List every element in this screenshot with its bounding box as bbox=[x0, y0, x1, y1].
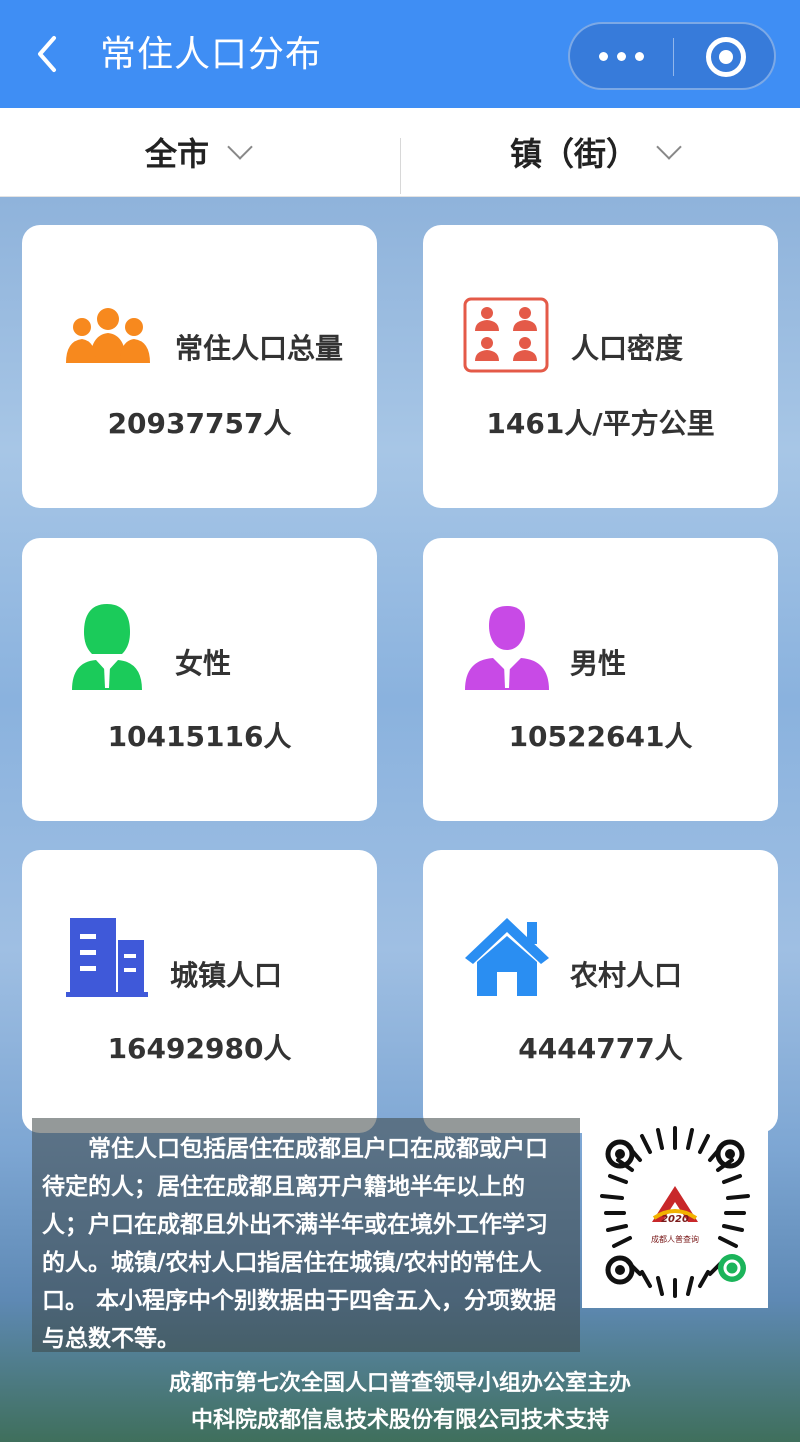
card-female[interactable]: 女性 10415116人 bbox=[22, 538, 377, 821]
city-filter-dropdown[interactable]: 全市 bbox=[145, 108, 253, 196]
nav-header: 常住人口分布 bbox=[0, 0, 800, 108]
card-rural-population[interactable]: 农村人口 4444777人 bbox=[423, 850, 778, 1133]
chevron-left-icon bbox=[38, 36, 56, 72]
card-value: 16492980人 bbox=[107, 1032, 292, 1065]
card-population-density[interactable]: 人口密度 1461人/平方公里 bbox=[423, 225, 778, 508]
card-value: 1461人/平方公里 bbox=[486, 407, 715, 440]
card-value: 10415116人 bbox=[107, 720, 292, 753]
chevron-down-icon bbox=[227, 134, 253, 160]
miniprogram-code[interactable]: 2020 成都人普查询 bbox=[582, 1118, 768, 1308]
filter-bar: 全市 镇（街） bbox=[0, 108, 800, 197]
card-label: 常住人口总量 bbox=[175, 332, 344, 365]
back-button[interactable] bbox=[30, 34, 66, 74]
town-filter-label: 镇（街） bbox=[510, 135, 639, 173]
card-total-population[interactable]: 常住人口总量 20937757人 bbox=[22, 225, 377, 508]
card-label: 城镇人口 bbox=[170, 959, 283, 992]
female-user-icon bbox=[72, 604, 142, 690]
dot-icon bbox=[598, 51, 608, 61]
city-filter-label: 全市 bbox=[145, 135, 210, 173]
building-icon bbox=[66, 918, 148, 997]
card-label: 女性 bbox=[175, 647, 232, 680]
card-value: 20937757人 bbox=[107, 407, 292, 440]
card-value: 10522641人 bbox=[508, 720, 693, 753]
dot-icon bbox=[634, 51, 644, 61]
miniprogram-capsule bbox=[568, 22, 776, 90]
close-miniprogram-button[interactable] bbox=[706, 37, 746, 77]
capsule-divider bbox=[673, 38, 674, 76]
house-icon bbox=[465, 918, 549, 996]
filter-divider bbox=[400, 138, 401, 194]
card-label: 农村人口 bbox=[570, 959, 683, 992]
emblem-caption: 成都人普查询 bbox=[651, 1235, 699, 1244]
footer-organizer: 成都市第七次全国人口普查领导小组办公室主办 bbox=[168, 1371, 631, 1396]
people-group-icon bbox=[66, 308, 150, 363]
town-filter-dropdown[interactable]: 镇（街） bbox=[510, 108, 682, 196]
male-user-icon bbox=[465, 606, 549, 690]
card-value: 4444777人 bbox=[518, 1032, 683, 1065]
dot-icon bbox=[616, 51, 626, 61]
emblem-year: 2020 bbox=[661, 1214, 689, 1225]
card-urban-population[interactable]: 城镇人口 16492980人 bbox=[22, 850, 377, 1133]
footer-tech-support: 中科院成都信息技术股份有限公司技术支持 bbox=[190, 1408, 609, 1433]
qr-pattern-icon bbox=[600, 1126, 750, 1298]
chevron-down-icon bbox=[656, 134, 682, 160]
card-male[interactable]: 男性 10522641人 bbox=[423, 538, 778, 821]
population-definition-note: 常住人口包括居住在成都且户口在成都或户口待定的人；居住在成都且离开户籍地半年以上… bbox=[32, 1118, 580, 1352]
page-title: 常住人口分布 bbox=[100, 34, 323, 75]
card-label: 人口密度 bbox=[571, 332, 684, 365]
card-label: 男性 bbox=[570, 647, 627, 680]
more-options-button[interactable] bbox=[570, 24, 672, 88]
population-density-icon bbox=[463, 297, 549, 373]
